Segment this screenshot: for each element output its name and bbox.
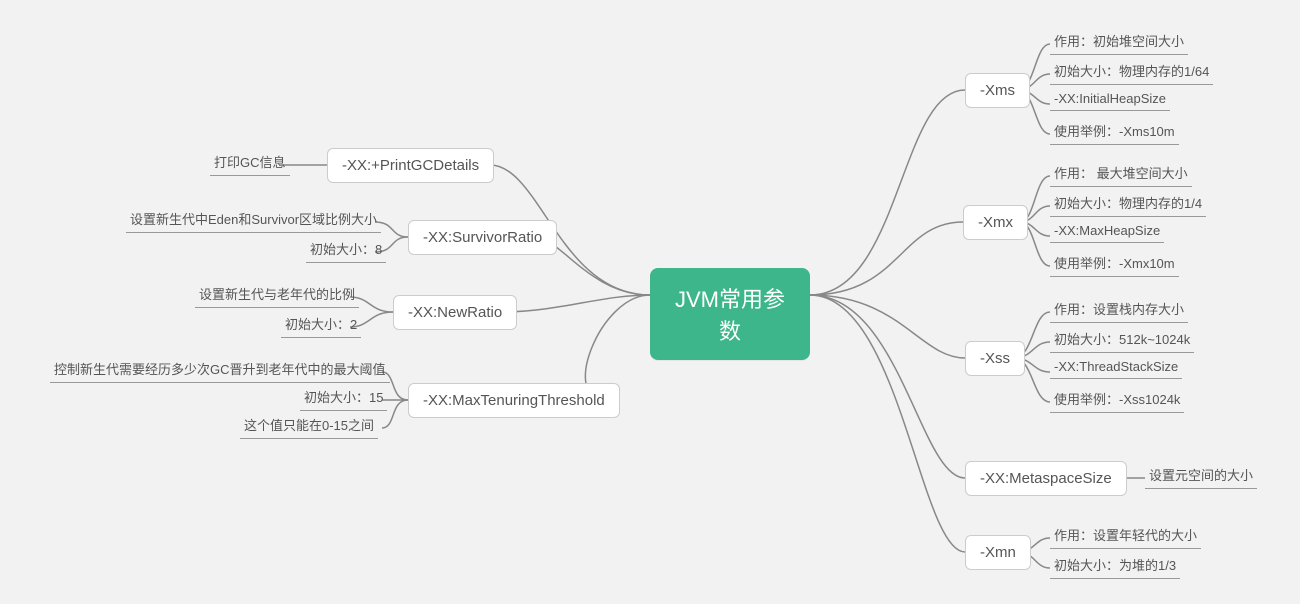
leaf-printgc-0: 打印GC信息	[210, 152, 290, 176]
leaf-xmx-1: 初始大小：物理内存的1/4	[1050, 193, 1206, 217]
node-xmx[interactable]: -Xmx	[963, 205, 1028, 240]
leaf-xmx-2: -XX:MaxHeapSize	[1050, 223, 1164, 243]
leaf-xmn-0: 作用：设置年轻代的大小	[1050, 525, 1201, 549]
leaf-xss-2: -XX:ThreadStackSize	[1050, 359, 1182, 379]
node-xms[interactable]: -Xms	[965, 73, 1030, 108]
leaf-newratio-0: 设置新生代与老年代的比例	[195, 284, 359, 308]
node-xss[interactable]: -Xss	[965, 341, 1025, 376]
leaf-maxtenuring-2: 这个值只能在0-15之间	[240, 415, 378, 439]
leaf-xss-3: 使用举例：-Xss1024k	[1050, 389, 1184, 413]
leaf-xmx-0: 作用： 最大堆空间大小	[1050, 163, 1192, 187]
leaf-maxtenuring-0: 控制新生代需要经历多少次GC晋升到老年代中的最大阈值	[50, 359, 390, 383]
node-xmn[interactable]: -Xmn	[965, 535, 1031, 570]
leaf-metaspace-0: 设置元空间的大小	[1145, 465, 1257, 489]
leaf-xms-3: 使用举例：-Xms10m	[1050, 121, 1179, 145]
root-node[interactable]: JVM常用参数	[650, 268, 810, 360]
node-metaspace[interactable]: -XX:MetaspaceSize	[965, 461, 1127, 496]
leaf-xms-2: -XX:InitialHeapSize	[1050, 91, 1170, 111]
leaf-xss-1: 初始大小：512k~1024k	[1050, 329, 1194, 353]
node-survivorratio[interactable]: -XX:SurvivorRatio	[408, 220, 557, 255]
leaf-xms-0: 作用：初始堆空间大小	[1050, 31, 1188, 55]
node-maxtenuring[interactable]: -XX:MaxTenuringThreshold	[408, 383, 620, 418]
leaf-xmn-1: 初始大小：为堆的1/3	[1050, 555, 1180, 579]
leaf-survivor-0: 设置新生代中Eden和Survivor区域比例大小	[126, 209, 381, 233]
leaf-xss-0: 作用：设置栈内存大小	[1050, 299, 1188, 323]
node-printgcdetails[interactable]: -XX:+PrintGCDetails	[327, 148, 494, 183]
leaf-maxtenuring-1: 初始大小：15	[300, 387, 387, 411]
node-newratio[interactable]: -XX:NewRatio	[393, 295, 517, 330]
leaf-xmx-3: 使用举例：-Xmx10m	[1050, 253, 1179, 277]
leaf-newratio-1: 初始大小：2	[281, 314, 361, 338]
leaf-survivor-1: 初始大小：8	[306, 239, 386, 263]
leaf-xms-1: 初始大小：物理内存的1/64	[1050, 61, 1213, 85]
